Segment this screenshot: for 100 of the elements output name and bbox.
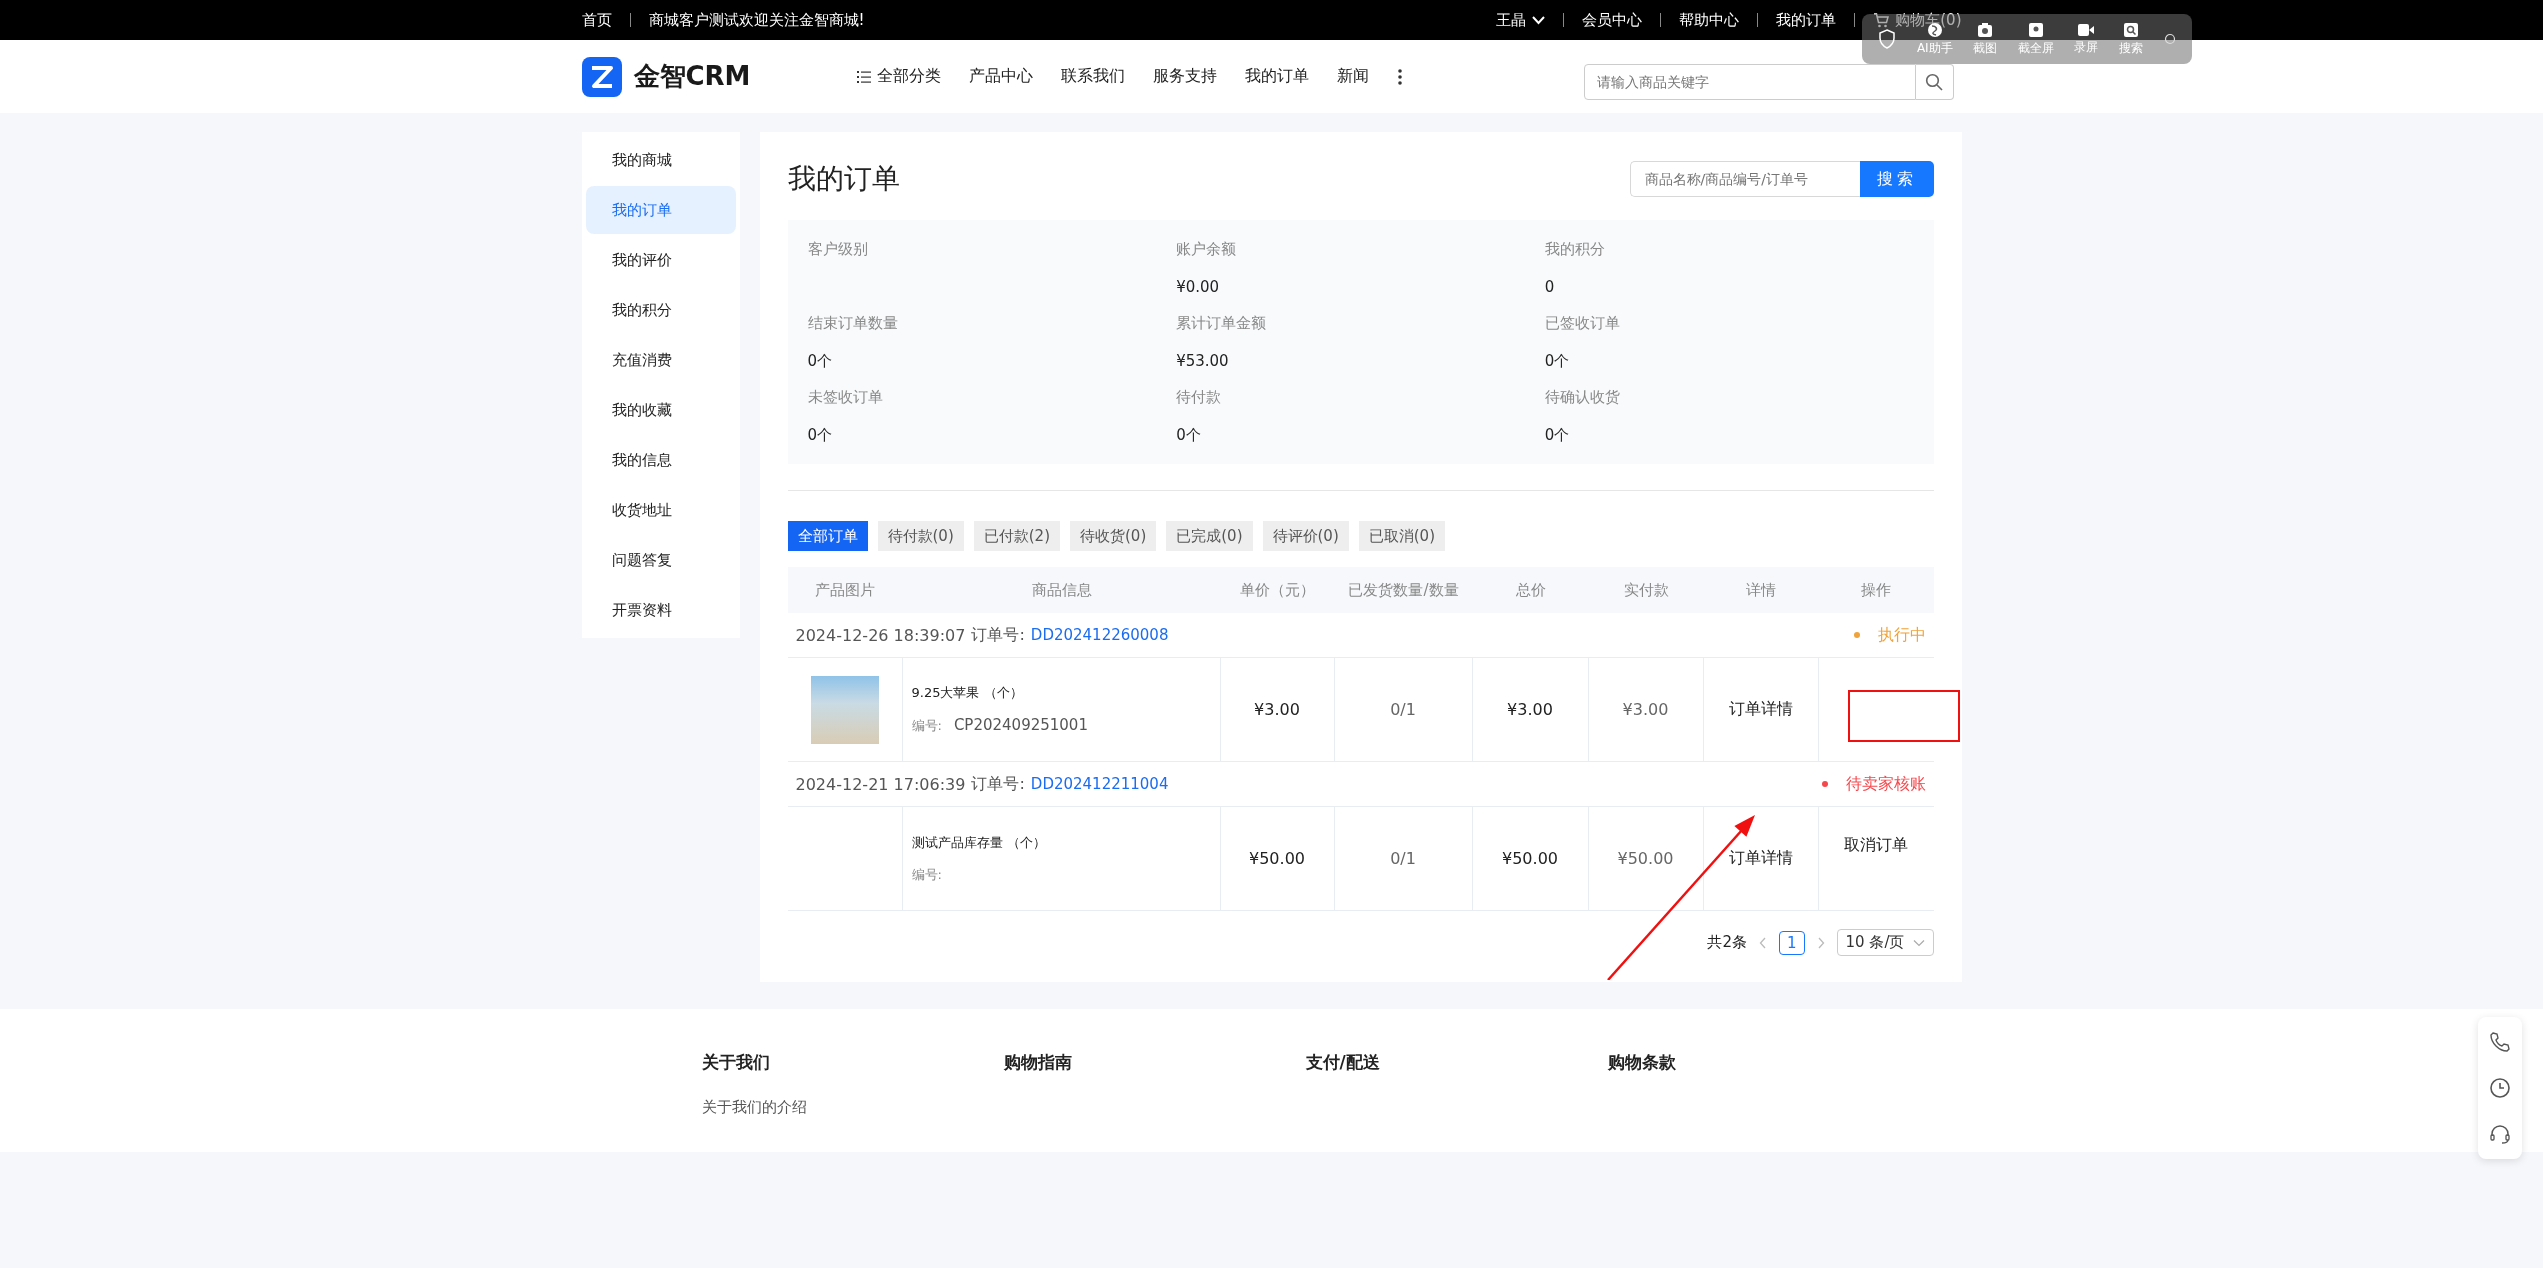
sidebar-item[interactable]: 我的收藏 <box>585 386 736 434</box>
tool-label: 截图 <box>1973 39 1998 57</box>
summary-value: 0个 <box>1176 426 1202 446</box>
footer-heading: 购物条款 <box>1607 1051 1677 1074</box>
page-button[interactable]: 1 <box>1779 930 1805 955</box>
order-detail-link[interactable]: 订单详情 <box>1728 848 1793 869</box>
more-icon[interactable] <box>1396 67 1403 86</box>
search-field[interactable]: 请输入商品关键字 <box>1583 63 1916 100</box>
table-cell: 0/1 <box>1390 849 1416 868</box>
order-tab[interactable]: 已取消(0) <box>1358 521 1445 551</box>
column-header: 产品图片 <box>814 580 876 600</box>
order-tab[interactable]: 已完成(0) <box>1166 521 1253 551</box>
summary-label: 客户级别 <box>807 240 869 260</box>
headset-icon[interactable] <box>2489 1123 2511 1145</box>
order-tab[interactable]: 已付款(2) <box>973 521 1060 551</box>
summary-value: ¥53.00 <box>1176 352 1230 372</box>
order-status: 执行中 <box>1877 624 1926 646</box>
summary-value: 0个 <box>1544 426 1571 446</box>
column-header: 实付款 <box>1622 580 1670 600</box>
top-link[interactable]: 帮助中心 <box>1679 10 1740 30</box>
summary-label: 累计订单金额 <box>1176 314 1268 334</box>
order-tab[interactable]: 待付款(0) <box>877 521 964 551</box>
order-number-link[interactable]: DD202412260008 <box>1030 626 1169 644</box>
column-header: 操作 <box>1860 580 1892 600</box>
circle-icon[interactable] <box>2163 33 2176 45</box>
shield-icon[interactable] <box>1878 29 1897 49</box>
table-cell: 0/1 <box>1390 700 1416 719</box>
table-cell: ¥50.00 <box>1502 849 1558 868</box>
product-name: 测试产品库存量 （个） <box>911 833 1046 852</box>
summary-label: 已签收订单 <box>1544 314 1621 334</box>
sidebar-item[interactable]: 问题答复 <box>585 536 736 584</box>
search-button[interactable]: 搜索 <box>1859 161 1934 197</box>
search-icon[interactable] <box>1925 72 1943 91</box>
code-label: 编号: <box>911 865 942 884</box>
order-tab[interactable]: 全部订单 <box>787 521 868 551</box>
phone-icon[interactable] <box>2489 1031 2511 1053</box>
nav-link[interactable]: 产品中心 <box>968 66 1033 87</box>
summary-label: 待确认收货 <box>1544 388 1621 408</box>
order-number-link[interactable]: DD202412211004 <box>1030 775 1169 793</box>
footer-heading: 关于我们 <box>701 1051 771 1074</box>
order-number-label: 订单号: <box>971 624 1025 646</box>
top-link[interactable]: 会员中心 <box>1582 10 1643 30</box>
sidebar-item[interactable]: 我的订单 <box>585 186 736 234</box>
product-code: CP202409251001 <box>953 716 1088 734</box>
summary-value: 0 <box>1544 278 1556 298</box>
user-menu[interactable]: 王晶 <box>1496 10 1546 30</box>
order-tab[interactable]: 待评价(0) <box>1262 521 1349 551</box>
tool-label: 录屏 <box>2074 38 2099 56</box>
order-number-label: 订单号: <box>971 773 1025 795</box>
logo-text: 金智CRM <box>633 60 751 93</box>
caret-icon[interactable] <box>1532 15 1546 25</box>
table-cell: ¥3.00 <box>1507 700 1553 719</box>
nav-link[interactable]: 全部分类 <box>856 66 941 87</box>
footer-heading: 支付/配送 <box>1305 1051 1381 1074</box>
table-cell: ¥3.00 <box>1254 700 1300 719</box>
top-link[interactable]: 我的订单 <box>1776 10 1837 30</box>
search-button[interactable] <box>1915 63 1954 100</box>
table-cell: ¥3.00 <box>1622 700 1669 719</box>
sidebar-item[interactable]: 收货地址 <box>585 486 736 534</box>
video-icon[interactable] <box>2077 22 2096 37</box>
column-header: 商品信息 <box>1030 580 1093 600</box>
column-header: 已发货数量/数量 <box>1347 580 1460 600</box>
order-tab[interactable]: 待收货(0) <box>1070 521 1157 551</box>
summary-label: 待付款 <box>1176 388 1223 408</box>
camera-icon[interactable] <box>1977 21 1994 38</box>
order-search-field[interactable]: 商品名称/商品编号/订单号 <box>1629 161 1860 197</box>
list-icon[interactable] <box>856 70 871 83</box>
total-count: 共2条 <box>1707 933 1748 952</box>
product-name: 9.25大苹果 （个） <box>911 684 1023 702</box>
sidebar-item[interactable]: 我的评价 <box>585 236 736 284</box>
sidebar-item[interactable]: 我的商城 <box>585 136 736 184</box>
column-header: 总价 <box>1514 580 1547 600</box>
sidebar-item[interactable]: 我的信息 <box>585 436 736 484</box>
summary-label: 未签收订单 <box>807 388 884 408</box>
nav-link[interactable]: 新闻 <box>1336 66 1369 87</box>
nav-link[interactable]: 服务支持 <box>1152 66 1217 87</box>
sidebar-item[interactable]: 充值消费 <box>585 336 736 384</box>
summary-label: 账户余额 <box>1176 240 1238 260</box>
top-link[interactable]: 商城客户测试欢迎关注金智商城! <box>648 10 865 30</box>
column-header: 单价（元） <box>1239 580 1316 600</box>
summary-label: 我的积分 <box>1544 240 1606 260</box>
nav-link[interactable]: 我的订单 <box>1244 66 1309 87</box>
top-link[interactable]: 首页 <box>581 10 612 30</box>
footer-link[interactable]: 关于我们的介绍 <box>701 1098 1004 1117</box>
page-size-select[interactable]: 10 条/页 <box>1836 929 1934 956</box>
clock-icon[interactable] <box>2489 1077 2511 1099</box>
order-status: 待卖家核账 <box>1845 773 1926 795</box>
sidebar-item[interactable]: 我的积分 <box>585 286 736 334</box>
logo-icon <box>581 56 622 97</box>
cart-icon[interactable] <box>1873 12 1890 28</box>
code-label: 编号: <box>911 717 942 735</box>
summary-value: ¥0.00 <box>1176 278 1221 298</box>
sidebar-item[interactable]: 开票资料 <box>585 586 736 634</box>
caret-icon <box>1912 938 1925 947</box>
tool-label: AI助手 <box>1916 39 1953 57</box>
cancel-order-link[interactable]: 取消订单 <box>1844 835 1908 856</box>
nav-link[interactable]: 联系我们 <box>1060 66 1125 87</box>
order-detail-link[interactable]: 订单详情 <box>1728 699 1793 720</box>
tool-label: 搜索 <box>2119 39 2143 57</box>
table-cell: ¥50.00 <box>1617 849 1674 868</box>
